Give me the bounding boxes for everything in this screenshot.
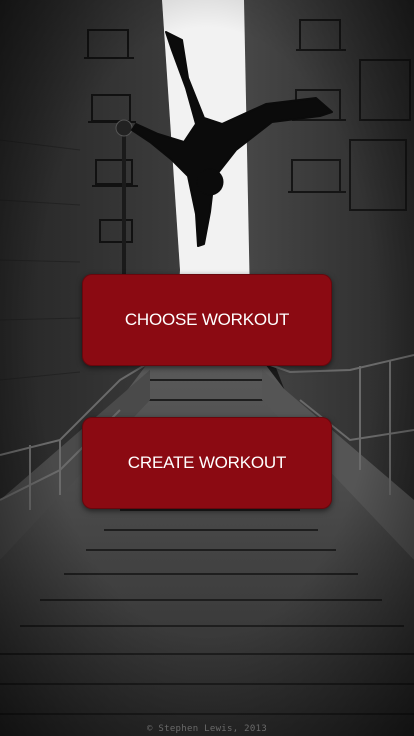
- choose-workout-label: CHOOSE WORKOUT: [124, 310, 290, 329]
- photo-credit: © Stephen Lewis, 2013: [146, 724, 268, 734]
- choose-workout-button[interactable]: CHOOSE WORKOUT: [82, 274, 332, 366]
- create-workout-button[interactable]: CREATE WORKOUT: [82, 417, 332, 509]
- background-photo: [0, 0, 414, 736]
- create-workout-label: CREATE WORKOUT: [127, 453, 287, 472]
- app-screen: CHOOSE WORKOUT CREATE WORKOUT © Stephen …: [0, 0, 414, 736]
